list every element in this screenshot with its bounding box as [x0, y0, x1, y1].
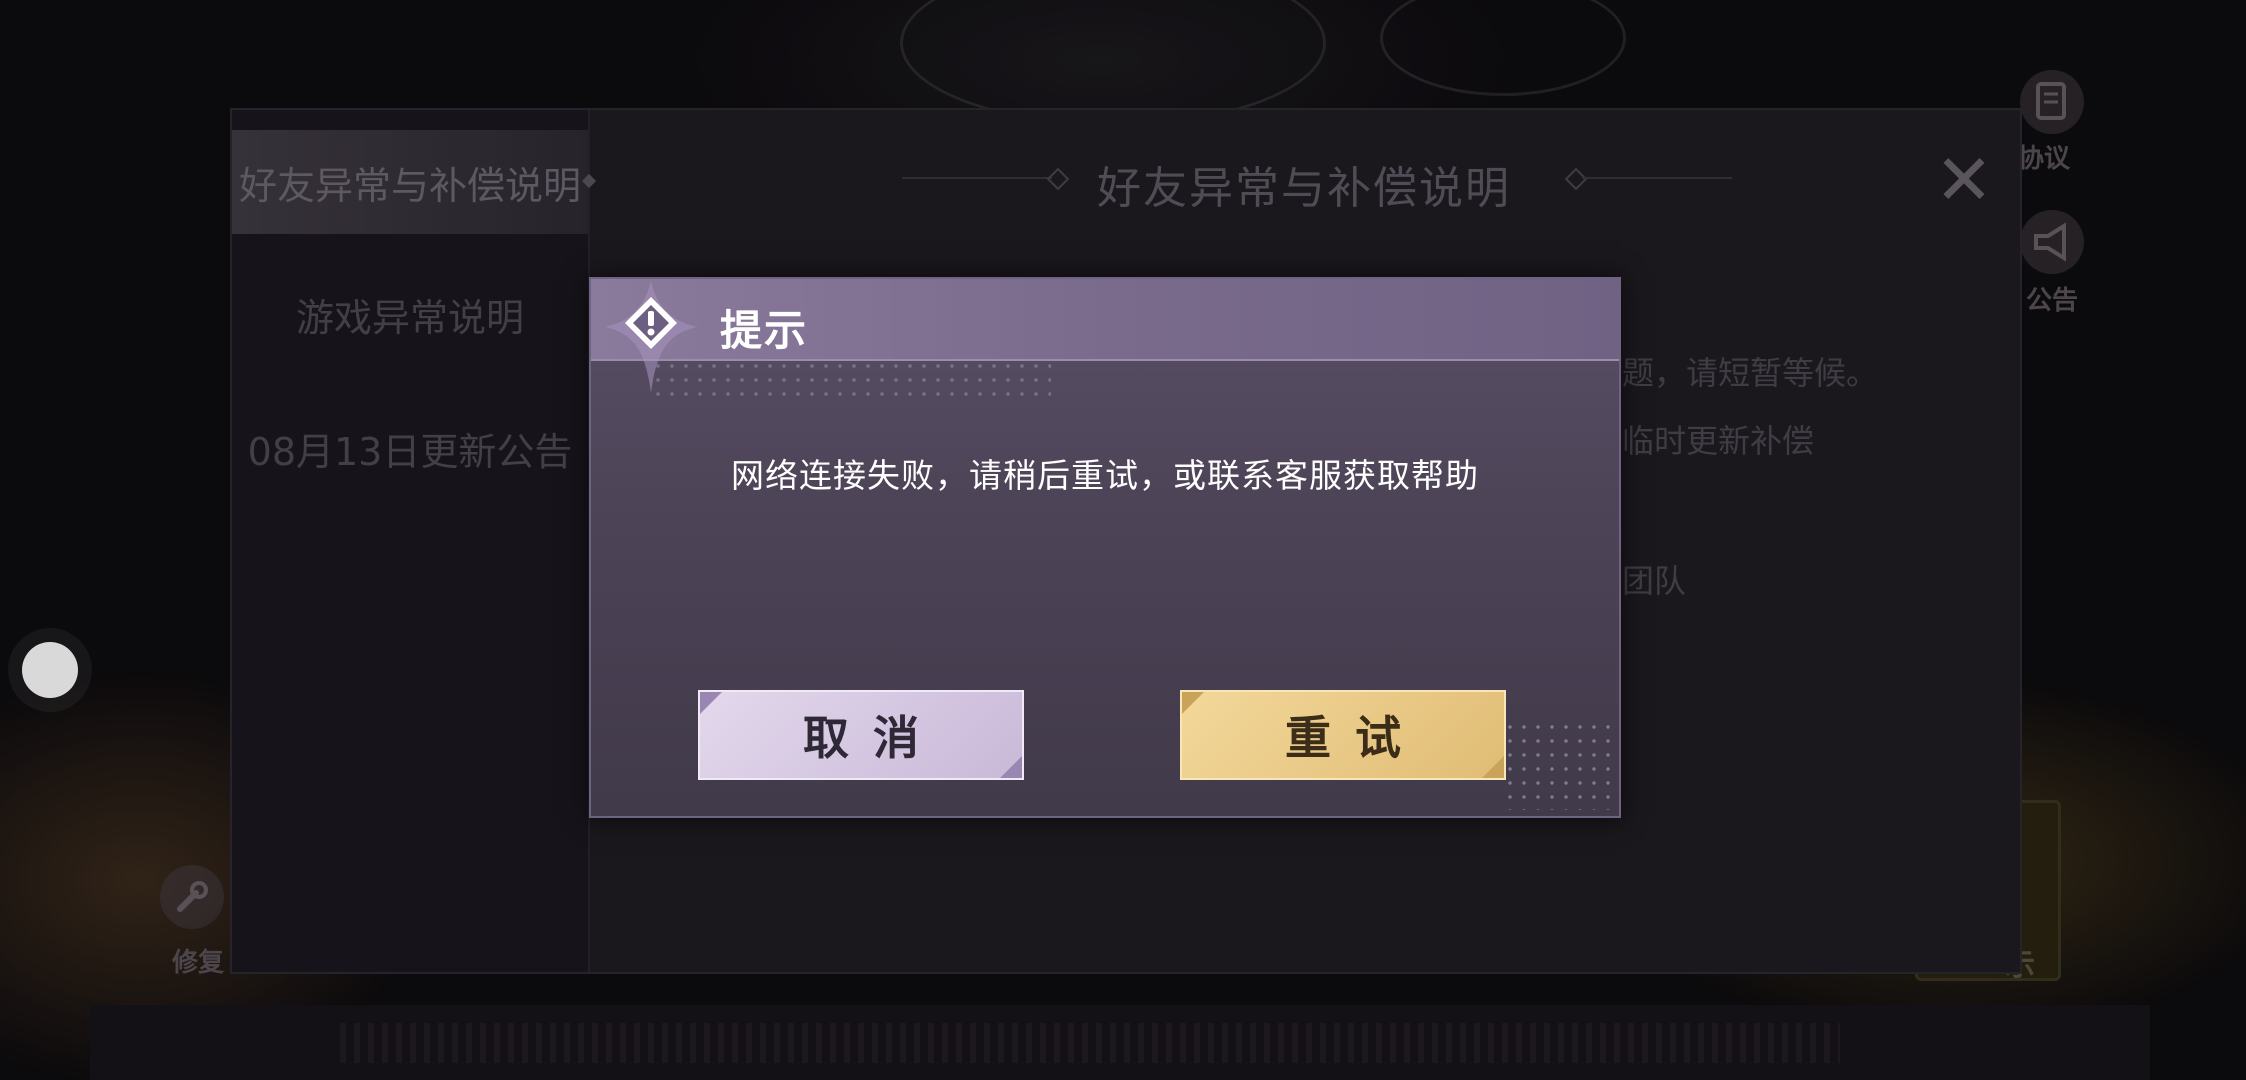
network-error-dialog: 提示 网络连接失败，请稍后重试，或联系客服获取帮助 取消 重试	[589, 277, 1621, 818]
retry-button-label: 重试	[1285, 711, 1425, 765]
warning-diamond-icon	[601, 279, 701, 397]
cancel-button-label: 取消	[803, 711, 943, 765]
retry-button[interactable]: 重试	[1180, 690, 1506, 780]
button-corner	[1000, 756, 1022, 778]
cancel-button[interactable]: 取消	[698, 690, 1024, 780]
dialog-message: 网络连接失败，请稍后重试，或联系客服获取帮助	[731, 456, 1479, 495]
dialog-decoration	[1503, 720, 1613, 810]
button-corner	[1482, 756, 1504, 778]
button-corner	[1182, 692, 1204, 714]
dialog-decoration	[651, 359, 1051, 399]
dialog-title: 提示	[720, 306, 809, 355]
game-screen: 协议 公告 修复 示 好友异常与补偿说明 游戏异常说明 08月13日更新公告 好…	[0, 0, 2246, 1080]
button-corner	[700, 692, 722, 714]
